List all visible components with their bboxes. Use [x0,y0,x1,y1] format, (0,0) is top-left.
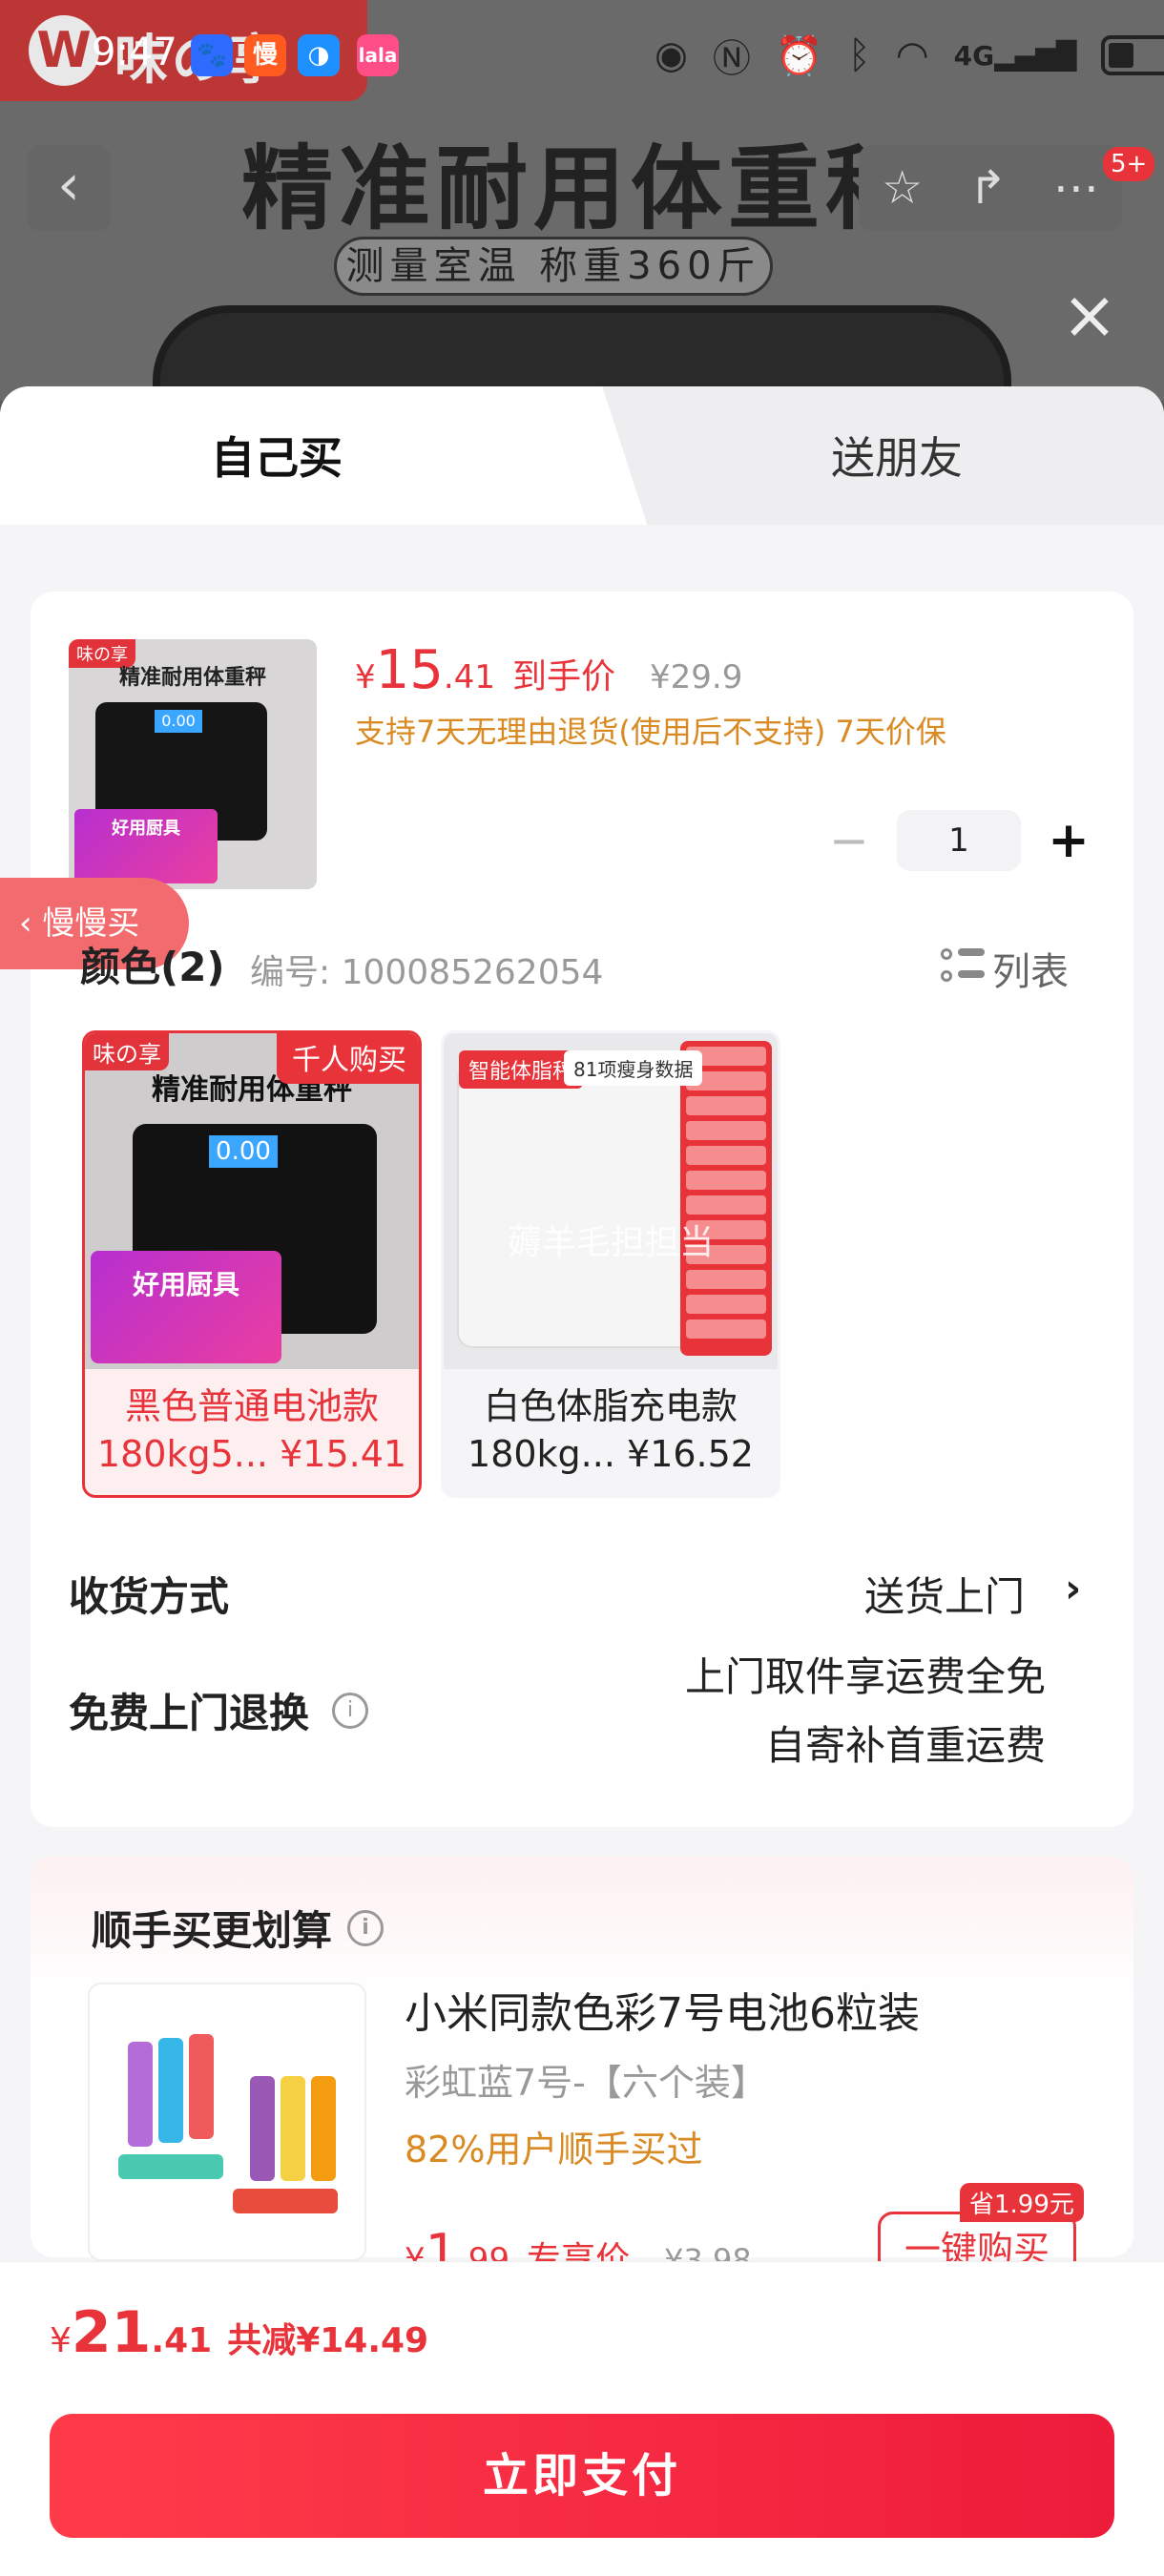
original-price: ¥29.9 [650,658,743,696]
hot-tag: 千人购买 [277,1033,419,1084]
thumb-promo: 好用厨具 [74,809,218,883]
return-policy[interactable]: 支持7天无理由退货(使用后不支持) 7天价保 [355,708,946,752]
battery-yellow [281,2076,305,2181]
tab-gift[interactable]: 送朋友 [582,386,1164,530]
price-integer: 15 [375,639,444,701]
tab-self[interactable]: 自己买 [0,386,582,530]
battery-green [118,2154,223,2179]
chevron-right-icon[interactable]: › [1065,1565,1081,1611]
sku-option-price: ¥16.52 [627,1433,754,1475]
addon-name[interactable]: 小米同款色彩7号电池6粒装 [405,1979,920,2040]
battery-icon [1101,35,1164,75]
price-note: 到手价 [511,657,615,696]
delivery-label: 收货方式 [69,1573,230,1620]
product-thumbnail[interactable]: 味の享 精准耐用体重秤 0.00 好用厨具 [69,639,317,889]
list-view-toggle[interactable]: 列表 [941,941,1069,996]
battery-purple [128,2042,153,2147]
share-icon[interactable]: ↱ [968,161,1007,215]
price-decimal: .41 [443,658,495,696]
sku-white-scale-image [457,1062,696,1348]
free-return-label: 免费上门退换 [69,1690,310,1736]
sku-lcd: 0.00 [209,1135,278,1168]
free-return-row: 免费上门退换 i [69,1681,369,1739]
addon-title: 顺手买更划算 [92,1907,333,1954]
system-status-icons: ◉ Ⓝ ⏰ ᛒ ◠ 4G▂▄▆█ [655,29,1164,82]
price-row: ¥ 15 .41 到手价 ¥29.9 [355,639,743,701]
lala-app-icon: lala [357,34,399,76]
nfc-icon: Ⓝ [712,37,751,81]
increase-button[interactable]: + [1040,812,1097,869]
tab-self-label: 自己买 [211,432,343,484]
favorite-icon[interactable]: ☆ [882,161,923,215]
tab-gift-label: 送朋友 [831,432,963,484]
sku-option-name: 白色体脂充电款 [483,1385,738,1427]
chevron-left-icon: ‹ [19,904,43,943]
total-price: ¥ 21 .41 共减¥14.49 [50,2299,428,2366]
sku-option-name: 黑色普通电池款 [124,1385,379,1427]
brand-logo-icon: W [29,15,99,86]
sku-number: 编号: 100085262054 [250,953,604,992]
free-return-line1: 上门取件享运费全免 [684,1653,1046,1700]
thumb-title: 精准耐用体重秤 [118,666,266,690]
total-int: 21 [71,2299,152,2366]
sku-watermark: 薅羊毛担担当 [507,1223,714,1262]
sku-option-desc: 180kg... [468,1433,615,1475]
wifi-icon: ◠ [895,33,929,77]
top-actions: ☆ ↱ ⋯ [859,145,1122,231]
sku-option-black[interactable]: 味の享 精准耐用体重秤 0.00 好用厨具 千人购买 黑色普通电池款 180kg… [82,1030,422,1498]
eye-icon: ◉ [655,33,688,77]
browser-app-icon: ◑ [298,34,340,76]
free-return-line2: 自寄补首重运费 [764,1722,1046,1769]
sku-option-label: 黑色普通电池款 180kg5... ¥15.41 [85,1382,419,1478]
slow-buy-app-icon: 慢 [244,34,286,76]
sku-option-label: 白色体脂充电款 180kg... ¥16.52 [444,1382,778,1478]
free-return-detail: 上门取件享运费全免 自寄补首重运费 [685,1643,1046,1780]
message-badge: 5+ [1103,147,1155,181]
total-currency: ¥ [50,2321,72,2360]
save-tag: 省1.99元 [960,2183,1084,2222]
sku-option-image: 智能体脂秤 81项瘦身数据 薅羊毛担担当 [444,1033,778,1369]
quantity-value[interactable]: 1 [897,810,1021,871]
alarm-icon: ⏰ [775,33,823,78]
battery-violet [250,2076,275,2181]
status-time: 9:47 [92,31,177,74]
back-button[interactable]: ‹ [27,145,111,231]
addon-spec: 彩虹蓝7号-【六个装】 [405,2062,767,2104]
sku-spec-list [680,1041,772,1356]
battery-red-lying [233,2189,338,2213]
thumb-lcd: 0.00 [155,710,202,733]
info-icon[interactable]: i [332,1692,369,1729]
info-icon[interactable]: i [347,1909,385,1946]
list-toggle-label: 列表 [992,950,1069,994]
list-icon [941,948,985,988]
decrease-button[interactable]: − [821,813,878,868]
signal-icon: 4G▂▄▆█ [953,39,1077,72]
battery-orange [311,2076,336,2181]
sku-option-desc: 180kg5... [96,1433,268,1475]
sku-data-tag: 81项瘦身数据 [564,1050,703,1086]
baidu-app-icon: 🐾 [191,34,233,76]
sku-option-white[interactable]: 智能体脂秤 81项瘦身数据 薅羊毛担担当 白色体脂充电款 180kg... ¥1… [441,1030,780,1498]
background-poster-subtitle: 测量室温 称重360斤 [334,237,773,296]
bluetooth-icon: ᛒ [847,33,871,77]
price-currency: ¥ [355,658,376,696]
total-discount: 共减¥14.49 [227,2321,429,2360]
total-dec: .41 [151,2321,213,2360]
sku-option-price: ¥15.41 [280,1433,407,1475]
addon-product-image[interactable] [88,1983,366,2261]
addon-stat: 82%用户顺手买过 [405,2129,703,2171]
close-sheet-button[interactable]: × [1059,281,1120,348]
more-icon[interactable]: ⋯ [1053,161,1099,215]
battery-red [189,2034,214,2139]
addon-header: 顺手买更划算 i [92,1899,385,1957]
battery-blue [158,2038,183,2143]
sku-promo: 好用厨具 [91,1251,281,1363]
sku-title: 颜色(2) [80,944,225,990]
quantity-stepper: − 1 + [821,809,1097,872]
delivery-value[interactable]: 送货上门 [864,1565,1025,1623]
pay-now-button[interactable]: 立即支付 [50,2414,1114,2538]
